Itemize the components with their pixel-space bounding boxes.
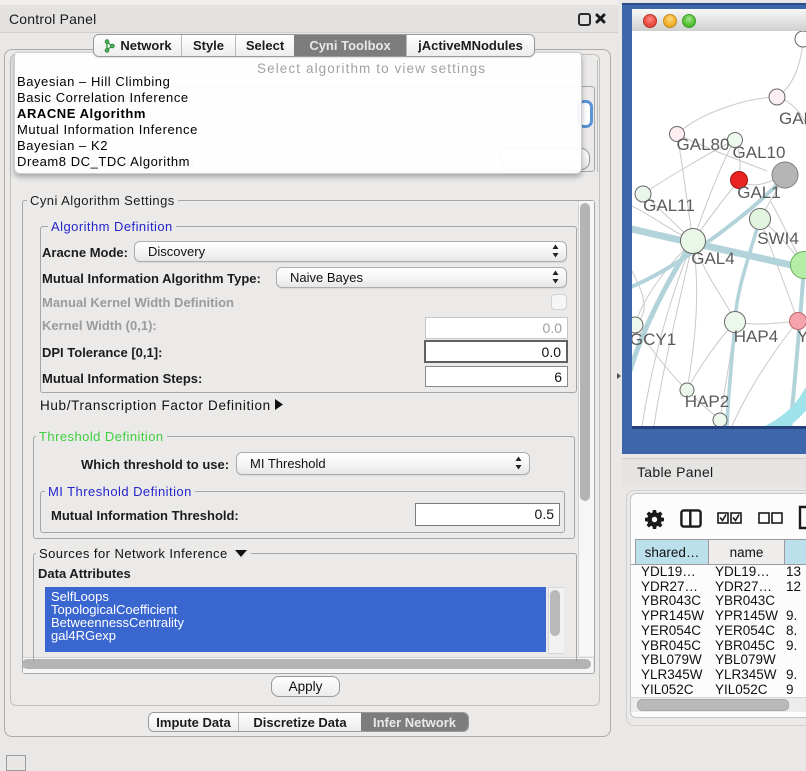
svg-text:GAL1: GAL1 (737, 183, 780, 202)
svg-text:GAL11: GAL11 (643, 196, 695, 215)
svg-text:GAL80: GAL80 (677, 135, 730, 154)
svg-text:Y: Y (797, 327, 806, 346)
svg-text:HAP2: HAP2 (685, 392, 729, 411)
svg-text:GAL10: GAL10 (733, 143, 786, 162)
svg-text:SWI4: SWI4 (757, 229, 799, 248)
svg-text:GAL4: GAL4 (691, 249, 734, 268)
svg-text:GAL7: GAL7 (779, 109, 806, 128)
svg-text:HAP4: HAP4 (734, 327, 778, 346)
svg-text:GCY1: GCY1 (632, 330, 676, 349)
